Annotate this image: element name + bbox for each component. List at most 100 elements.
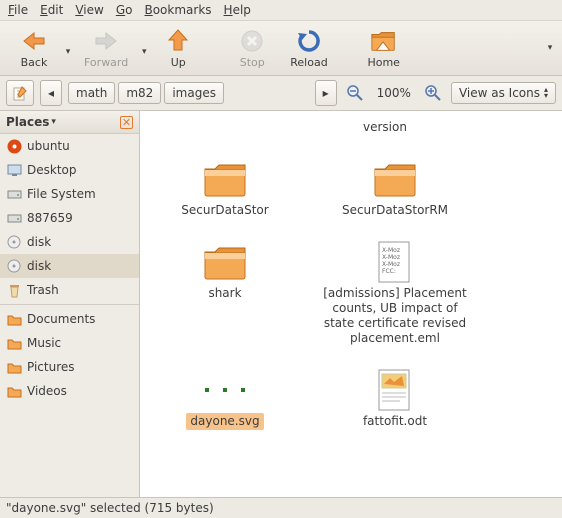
file-item-admissions-eml[interactable]: X-MozX-MozX-MozFCC: [admissions] Placeme… bbox=[310, 233, 480, 361]
pencil-icon bbox=[12, 85, 28, 101]
breadcrumb-seg-m82[interactable]: m82 bbox=[118, 82, 161, 104]
breadcrumb-seg-math[interactable]: math bbox=[68, 82, 115, 104]
svg-text:X-Moz: X-Moz bbox=[382, 247, 400, 254]
view-as-select[interactable]: View as Icons ▴▾ bbox=[451, 82, 556, 104]
file-label: [admissions] Placement counts, UB impact… bbox=[315, 285, 475, 347]
file-item-shark[interactable]: shark bbox=[140, 233, 310, 361]
breadcrumb: math m82 images bbox=[68, 82, 224, 104]
file-item-version[interactable]: version bbox=[300, 119, 470, 150]
path-forward-button[interactable]: ▸ bbox=[315, 80, 337, 106]
stop-label: Stop bbox=[240, 56, 265, 69]
sidebar-item-videos[interactable]: Videos bbox=[0, 379, 139, 403]
zoom-out-icon bbox=[346, 84, 364, 102]
ubuntu-icon bbox=[6, 138, 22, 154]
disc-icon bbox=[6, 258, 22, 274]
drive-icon bbox=[6, 186, 22, 202]
sidebar-item-label: Music bbox=[27, 336, 61, 350]
trash-icon bbox=[6, 282, 22, 298]
sidebar-header[interactable]: Places ▾ ✕ bbox=[0, 111, 139, 134]
file-label: dayone.svg bbox=[186, 413, 263, 430]
sidebar-item-pictures[interactable]: Pictures bbox=[0, 355, 139, 379]
view-as-label: View as Icons bbox=[459, 86, 540, 100]
menubar: FFileile Edit View Go Bookmarks Help bbox=[0, 0, 562, 21]
sidebar-item-trash[interactable]: Trash bbox=[0, 278, 139, 302]
reload-icon bbox=[295, 27, 323, 55]
back-button[interactable]: Back bbox=[6, 25, 62, 71]
disc-icon bbox=[6, 234, 22, 250]
sidebar-item-label: ubuntu bbox=[27, 139, 70, 153]
svg-text:X-Moz: X-Moz bbox=[382, 254, 400, 261]
file-label: fattofit.odt bbox=[359, 413, 431, 430]
menu-edit[interactable]: Edit bbox=[36, 2, 67, 18]
status-text: "dayone.svg" selected (715 bytes) bbox=[6, 501, 214, 515]
sidebar-item-label: disk bbox=[27, 235, 51, 249]
file-item-fattofit-odt[interactable]: fattofit.odt bbox=[310, 361, 480, 444]
back-label: Back bbox=[21, 56, 48, 69]
edit-path-button[interactable] bbox=[6, 80, 34, 106]
menu-file[interactable]: FFileile bbox=[4, 2, 32, 18]
sidebar-item-label: Pictures bbox=[27, 360, 75, 374]
toolbar: Back ▾ Forward ▾ Up Stop Reload Home ▾ bbox=[0, 21, 562, 76]
zoom-out-button[interactable] bbox=[343, 84, 367, 102]
file-item-securdatastor[interactable]: SecurDataStor bbox=[140, 150, 310, 233]
file-label: SecurDataStor bbox=[177, 202, 272, 219]
sidebar-item-label: disk bbox=[27, 259, 51, 273]
sidebar-item-ubuntu[interactable]: ubuntu bbox=[0, 134, 139, 158]
sidebar-header-label: Places bbox=[6, 115, 49, 129]
menu-go[interactable]: Go bbox=[112, 2, 137, 18]
menu-help[interactable]: Help bbox=[220, 2, 255, 18]
menu-bookmarks[interactable]: Bookmarks bbox=[140, 2, 215, 18]
sidebar-item-desktop[interactable]: Desktop bbox=[0, 158, 139, 182]
file-view[interactable]: version SecurDataStor SecurDataStorRM sh… bbox=[140, 111, 562, 497]
menu-view[interactable]: View bbox=[71, 2, 107, 18]
back-arrow-icon bbox=[20, 27, 48, 55]
file-label: shark bbox=[204, 285, 245, 302]
sidebar-item-label: Desktop bbox=[27, 163, 77, 177]
folder-icon bbox=[6, 359, 22, 375]
folder-icon bbox=[6, 383, 22, 399]
home-button[interactable]: Home bbox=[356, 25, 412, 71]
sidebar-item-filesystem[interactable]: File System bbox=[0, 182, 139, 206]
sidebar-item-disk1[interactable]: disk bbox=[0, 230, 139, 254]
toolbar-overflow[interactable]: ▾ bbox=[544, 43, 556, 71]
home-label: Home bbox=[367, 56, 399, 69]
close-sidebar-button[interactable]: ✕ bbox=[120, 116, 133, 129]
file-item-securdatastorrm[interactable]: SecurDataStorRM bbox=[310, 150, 480, 233]
sidebar-item-label: Documents bbox=[27, 312, 95, 326]
home-icon bbox=[370, 27, 398, 55]
folder-icon bbox=[201, 241, 249, 283]
forward-arrow-icon bbox=[92, 27, 120, 55]
svg-file-icon bbox=[201, 369, 249, 411]
zoom-in-icon bbox=[424, 84, 442, 102]
sidebar-item-887659[interactable]: 887659 bbox=[0, 206, 139, 230]
sidebar-item-music[interactable]: Music bbox=[0, 331, 139, 355]
chevron-down-icon: ▾ bbox=[51, 117, 56, 127]
sidebar-item-label: 887659 bbox=[27, 211, 73, 225]
back-dropdown[interactable]: ▾ bbox=[62, 47, 74, 71]
stop-icon bbox=[238, 27, 266, 55]
breadcrumb-seg-images[interactable]: images bbox=[164, 82, 224, 104]
reload-button[interactable]: Reload bbox=[280, 25, 337, 71]
svg-text:FCC:: FCC: bbox=[382, 268, 396, 275]
sidebar-item-label: File System bbox=[27, 187, 96, 201]
forward-dropdown: ▾ bbox=[138, 47, 150, 71]
sidebar-item-documents[interactable]: Documents bbox=[0, 307, 139, 331]
path-back-button[interactable]: ◂ bbox=[40, 80, 62, 106]
sidebar: Places ▾ ✕ ubuntu Desktop File System 88… bbox=[0, 111, 140, 497]
up-button[interactable]: Up bbox=[150, 25, 206, 71]
main-area: Places ▾ ✕ ubuntu Desktop File System 88… bbox=[0, 111, 562, 497]
folder-icon bbox=[201, 158, 249, 200]
sidebar-item-disk2[interactable]: disk bbox=[0, 254, 139, 278]
zoom-in-button[interactable] bbox=[421, 84, 445, 102]
reload-label: Reload bbox=[290, 56, 327, 69]
file-item-dayone-svg[interactable]: dayone.svg bbox=[140, 361, 310, 444]
up-arrow-icon bbox=[164, 27, 192, 55]
forward-label: Forward bbox=[84, 56, 128, 69]
desktop-icon bbox=[6, 162, 22, 178]
sidebar-item-label: Videos bbox=[27, 384, 67, 398]
chevron-updown-icon: ▴▾ bbox=[544, 87, 548, 99]
file-label: version bbox=[359, 119, 411, 136]
drive-icon bbox=[6, 210, 22, 226]
status-bar: "dayone.svg" selected (715 bytes) bbox=[0, 497, 562, 518]
zoom-level: 100% bbox=[373, 86, 415, 100]
